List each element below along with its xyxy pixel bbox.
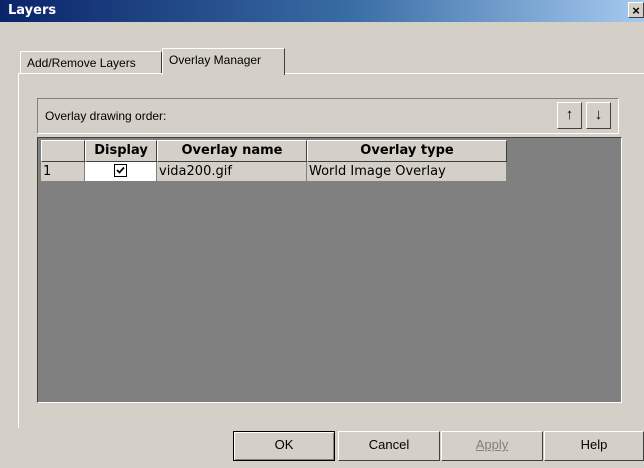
close-icon: × xyxy=(632,3,640,18)
overlay-type-cell[interactable]: World Image Overlay xyxy=(307,162,507,182)
column-header-index xyxy=(41,140,85,162)
checkmark-icon xyxy=(116,166,125,174)
row-index-cell[interactable]: 1 xyxy=(41,162,85,182)
display-cell[interactable] xyxy=(85,162,157,182)
title-bar[interactable]: Layers × xyxy=(0,0,644,22)
arrow-down-icon: ↓ xyxy=(594,106,603,123)
overlay-order-bar: Overlay drawing order: ↑ ↓ xyxy=(37,98,619,134)
tab-label: Add/Remove Layers xyxy=(27,56,136,70)
column-header-display[interactable]: Display xyxy=(85,140,157,162)
arrow-up-icon: ↑ xyxy=(565,106,574,123)
apply-button[interactable]: Apply xyxy=(441,431,543,461)
help-button[interactable]: Help xyxy=(544,431,644,461)
display-checkbox[interactable] xyxy=(114,164,127,177)
window-title: Layers xyxy=(8,3,57,18)
column-header-overlay-type[interactable]: Overlay type xyxy=(307,140,507,162)
close-button[interactable]: × xyxy=(628,2,644,18)
cancel-button[interactable]: Cancel xyxy=(338,431,440,461)
overlay-grid[interactable]: Display Overlay name Overlay type 1 vida… xyxy=(37,137,622,403)
tab-label: Overlay Manager xyxy=(169,53,262,67)
column-header-overlay-name[interactable]: Overlay name xyxy=(157,140,307,162)
overlay-name-cell[interactable]: vida200.gif xyxy=(157,162,307,182)
overlay-order-label: Overlay drawing order: xyxy=(45,109,167,123)
tab-add-remove-layers[interactable]: Add/Remove Layers xyxy=(20,51,162,73)
ok-button[interactable]: OK xyxy=(233,431,335,461)
tab-overlay-manager[interactable]: Overlay Manager xyxy=(162,48,285,75)
move-down-button[interactable]: ↓ xyxy=(586,102,611,129)
layers-dialog: Layers × Add/Remove Layers Overlay Manag… xyxy=(0,0,644,468)
move-up-button[interactable]: ↑ xyxy=(557,102,582,129)
